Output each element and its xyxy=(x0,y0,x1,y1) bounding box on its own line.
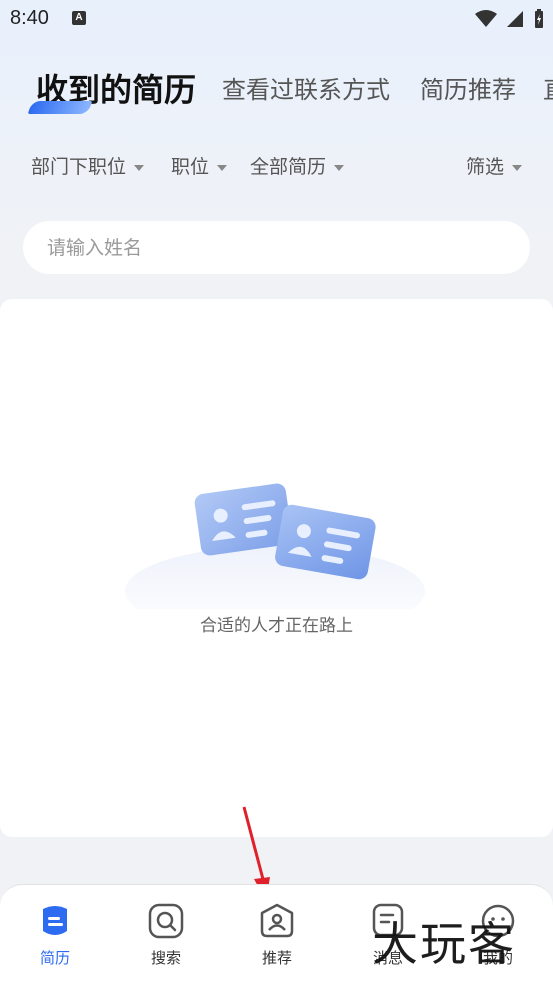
nav-label: 推荐 xyxy=(261,949,292,967)
status-icons xyxy=(471,8,545,28)
tab-overflow[interactable]: 直 xyxy=(543,70,553,105)
empty-state-text: 合适的人才正在路上 xyxy=(200,616,353,636)
nav-search[interactable]: 搜索 xyxy=(126,901,206,968)
filter-label: 全部简历 xyxy=(250,156,327,178)
name-search-input[interactable] xyxy=(23,221,530,274)
watermark: 大玩客 xyxy=(372,917,516,971)
empty-resume-illustration xyxy=(125,483,425,609)
filter-position[interactable]: 职位 xyxy=(171,152,228,179)
wifi-icon xyxy=(474,9,497,27)
status-time: 8:40 xyxy=(10,7,49,29)
filter-label: 职位 xyxy=(171,156,210,178)
tab-resume-recommend[interactable]: 简历推荐 xyxy=(420,70,516,105)
filter-label: 筛选 xyxy=(466,156,505,178)
nav-label: 简历 xyxy=(39,949,70,967)
tab-viewed-contacts[interactable]: 查看过联系方式 xyxy=(222,70,390,105)
battery-icon xyxy=(535,8,543,28)
resume-list-card: 合适的人才正在路上 xyxy=(0,299,553,837)
filter-label: 部门下职位 xyxy=(31,156,127,178)
nav-label: 搜索 xyxy=(150,949,181,967)
nav-recommend[interactable]: 推荐 xyxy=(237,901,317,968)
filter-department-positions[interactable]: 部门下职位 xyxy=(31,152,145,179)
caret-down-icon xyxy=(217,164,228,171)
signal-icon xyxy=(506,10,523,27)
filter-screen[interactable]: 筛选 xyxy=(466,152,523,179)
caret-down-icon xyxy=(512,164,523,171)
filter-all-resumes[interactable]: 全部简历 xyxy=(250,152,345,179)
resume-icon xyxy=(43,906,67,935)
accessibility-a-icon: A xyxy=(72,11,86,25)
status-bar: 8:40 A xyxy=(0,0,553,38)
caret-down-icon xyxy=(134,164,145,171)
recommend-icon xyxy=(260,903,294,938)
nav-resume[interactable]: 简历 xyxy=(15,901,95,968)
filter-bar: 部门下职位 职位 全部简历 筛选 xyxy=(0,152,553,184)
caret-down-icon xyxy=(334,164,345,171)
search-icon xyxy=(148,903,184,939)
active-tab-indicator xyxy=(27,101,93,114)
